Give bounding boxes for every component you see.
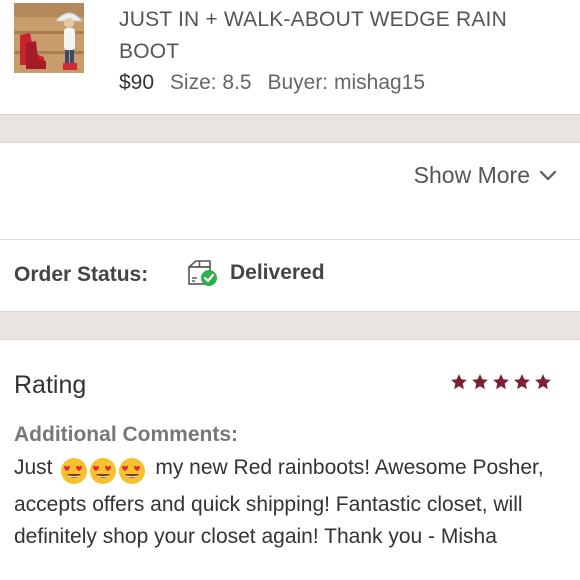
order-status-value: Delivered xyxy=(230,261,325,284)
additional-comments-label: Additional Comments: xyxy=(14,423,238,446)
comment-emojis xyxy=(60,457,147,489)
product-size: Size: 8.5 xyxy=(169,71,252,94)
product-title[interactable]: JUST IN + WALK-ABOUT WEDGE RAIN BOOT xyxy=(119,4,569,68)
star-icon xyxy=(514,374,530,390)
section-divider xyxy=(0,114,580,143)
rating-stars xyxy=(450,373,552,391)
star-icon xyxy=(451,374,467,390)
order-status-label: Order Status: xyxy=(14,263,149,286)
product-buyer: Buyer: mishag15 xyxy=(267,71,426,94)
show-more-button[interactable]: Show More xyxy=(414,162,556,189)
additional-comments-text: Just my new Red rainboots! Awesome Poshe… xyxy=(14,452,569,553)
star-icon xyxy=(472,374,488,390)
package-delivered-icon xyxy=(188,260,217,286)
star-icon xyxy=(493,374,509,390)
details-row: Show More xyxy=(0,143,580,240)
product-thumbnail[interactable] xyxy=(14,3,84,73)
show-more-label: Show More xyxy=(413,162,530,188)
heart-eyes-emoji xyxy=(90,458,117,484)
rating-title: Rating xyxy=(14,371,87,399)
heart-eyes-emoji xyxy=(61,458,88,484)
section-divider xyxy=(0,311,580,340)
heart-eyes-emoji xyxy=(119,458,146,484)
comment-text-start: Just xyxy=(14,456,53,479)
product-price: $90 xyxy=(119,71,155,94)
rating-section: Rating Additional Comments: Just my new … xyxy=(0,340,580,580)
chevron-down-icon xyxy=(540,170,556,180)
product-summary[interactable]: JUST IN + WALK-ABOUT WEDGE RAIN BOOT $90… xyxy=(0,0,580,114)
product-meta: $90 Size: 8.5 Buyer: mishag15 xyxy=(119,70,425,96)
star-icon xyxy=(535,374,551,390)
order-status-row: Order Status: Delivered xyxy=(0,240,580,311)
